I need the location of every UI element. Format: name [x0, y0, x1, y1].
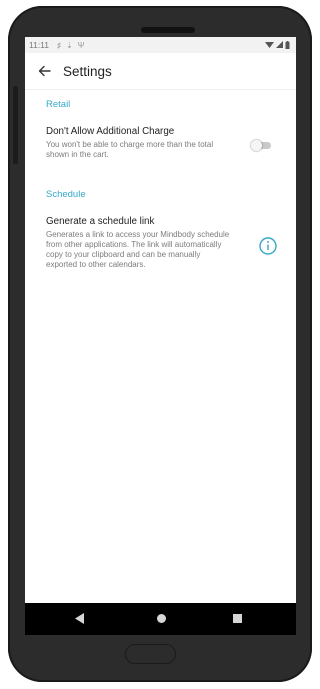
toggle-thumb	[251, 140, 262, 151]
cell-signal-icon	[276, 41, 283, 48]
nav-back-icon[interactable]	[75, 613, 84, 624]
section-header-retail: Retail	[46, 99, 71, 110]
device-screen: 11:11 ♯ ⇣ Ψ Settings Retail Don't Allow …	[25, 37, 296, 635]
page-title: Settings	[63, 63, 112, 79]
setting-description-line: Generates a link to access your Mindbody…	[46, 230, 230, 239]
battery-icon	[285, 41, 290, 49]
notification-icon: ♯	[57, 40, 62, 50]
setting-description-line: exported to other calendars.	[46, 260, 146, 269]
setting-description-line: shown in the cart.	[46, 150, 109, 159]
system-status-icons	[265, 41, 290, 49]
setting-description-line: You won't be able to charge more than th…	[46, 140, 214, 149]
status-time: 11:11	[29, 40, 50, 50]
signal-small-icon: Ψ	[77, 40, 85, 50]
nav-recents-icon[interactable]	[233, 614, 242, 623]
wifi-icon	[265, 42, 274, 48]
hardware-home-button[interactable]	[125, 644, 176, 664]
setting-title-additional-charge: Don't Allow Additional Charge	[46, 126, 175, 137]
app-bar: Settings	[25, 53, 296, 90]
notification-icons: ♯ ⇣ Ψ	[57, 41, 84, 50]
download-icon: ⇣	[66, 40, 73, 50]
system-nav-bar	[25, 603, 296, 635]
setting-title-schedule-link: Generate a schedule link	[46, 216, 155, 227]
setting-description-line: copy to your clipboard and can be manual…	[46, 250, 201, 259]
speaker-grille	[141, 27, 195, 33]
additional-charge-toggle[interactable]	[251, 140, 271, 151]
nav-home-icon[interactable]	[157, 614, 166, 623]
side-button	[13, 86, 18, 164]
status-bar: 11:11 ♯ ⇣ Ψ	[25, 37, 296, 53]
setting-description-line: from other applications. The link will a…	[46, 240, 222, 249]
info-icon[interactable]	[259, 237, 277, 255]
back-arrow-icon[interactable]	[36, 63, 52, 79]
section-header-schedule: Schedule	[46, 189, 86, 200]
